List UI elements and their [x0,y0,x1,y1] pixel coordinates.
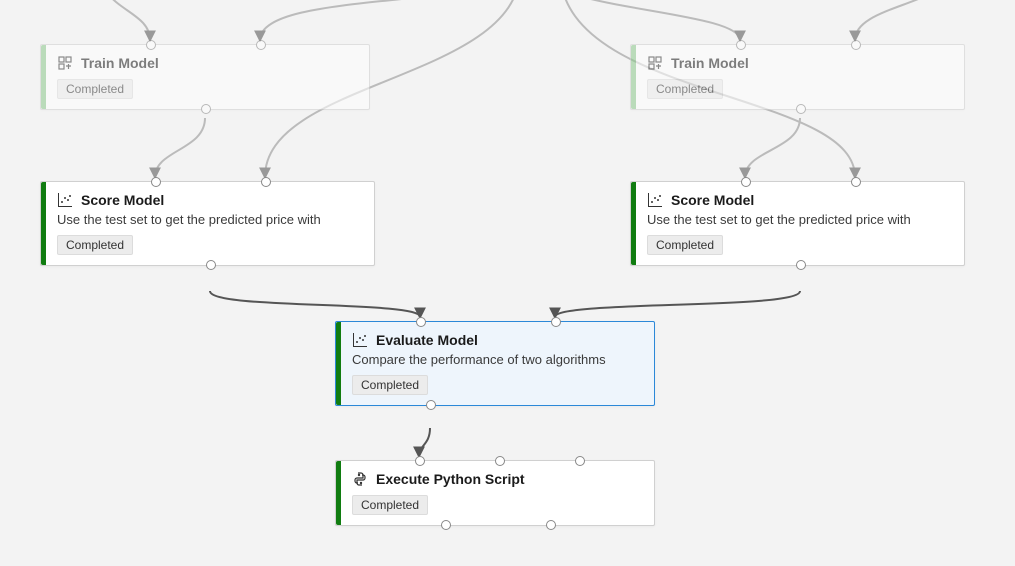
node-train-model-right[interactable]: Train Model Completed [630,44,965,110]
scatter-chart-icon [352,332,368,348]
input-port-1[interactable] [741,177,751,187]
status-badge: Completed [352,495,428,515]
node-title: Evaluate Model [376,332,478,348]
node-train-model-left[interactable]: Train Model Completed [40,44,370,110]
status-badge: Completed [352,375,428,395]
node-title: Train Model [81,55,159,71]
output-port[interactable] [426,400,436,410]
node-score-model-right[interactable]: Score Model Use the test set to get the … [630,181,965,266]
scatter-chart-icon [57,192,73,208]
node-evaluate-model[interactable]: Evaluate Model Compare the performance o… [335,321,655,406]
node-title: Execute Python Script [376,471,525,487]
pipeline-canvas[interactable]: Train Model Completed Train Model Comple… [0,0,1015,566]
output-port[interactable] [796,260,806,270]
node-title: Score Model [671,192,754,208]
input-port-2[interactable] [551,317,561,327]
train-model-icon [57,55,73,71]
python-script-icon [352,471,368,487]
output-port[interactable] [206,260,216,270]
output-port[interactable] [796,104,806,114]
input-port-2[interactable] [256,40,266,50]
input-port-2[interactable] [261,177,271,187]
input-port-1[interactable] [736,40,746,50]
node-title: Train Model [671,55,749,71]
input-port-2[interactable] [851,177,861,187]
node-execute-python-script[interactable]: Execute Python Script Completed [335,460,655,526]
node-score-model-left[interactable]: Score Model Use the test set to get the … [40,181,375,266]
node-description: Use the test set to get the predicted pr… [57,212,362,227]
train-model-icon [647,55,663,71]
input-port-3[interactable] [575,456,585,466]
input-port-1[interactable] [415,456,425,466]
input-port-2[interactable] [495,456,505,466]
status-badge: Completed [57,235,133,255]
status-badge: Completed [647,235,723,255]
status-badge: Completed [57,79,133,99]
scatter-chart-icon [647,192,663,208]
output-port[interactable] [201,104,211,114]
node-description: Compare the performance of two algorithm… [352,352,642,367]
input-port-1[interactable] [151,177,161,187]
node-description: Use the test set to get the predicted pr… [647,212,952,227]
input-port-2[interactable] [851,40,861,50]
output-port-1[interactable] [441,520,451,530]
input-port-1[interactable] [146,40,156,50]
output-port-2[interactable] [546,520,556,530]
input-port-1[interactable] [416,317,426,327]
node-title: Score Model [81,192,164,208]
status-badge: Completed [647,79,723,99]
